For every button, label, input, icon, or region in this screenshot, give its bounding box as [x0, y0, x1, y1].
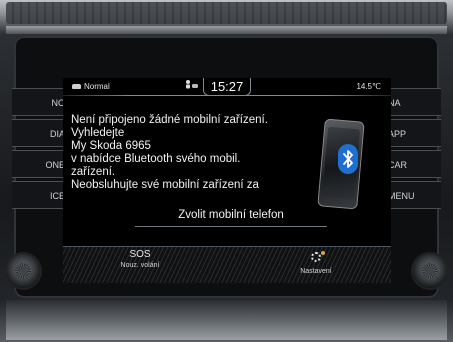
- settings-button[interactable]: Nastavení: [285, 249, 347, 277]
- notification-dot: [321, 251, 325, 255]
- right-button-4-label: MENU: [388, 191, 415, 201]
- status-bar: Normal 15:27 14.5℃: [63, 78, 391, 96]
- sos-button[interactable]: SOS Nouz. volání: [111, 249, 169, 271]
- air-vent: [6, 2, 447, 24]
- dashboard-trim: [6, 26, 447, 34]
- bluetooth-symbol-icon: [343, 150, 353, 168]
- sos-label: SOS: [129, 249, 151, 260]
- bottom-bar: SOS Nouz. volání Nastavení: [63, 246, 391, 283]
- person-car-icon: [186, 80, 198, 89]
- volume-knob[interactable]: [6, 254, 40, 288]
- message-line: v nabídce Bluetooth svého mobil.: [71, 153, 241, 165]
- settings-label: Nastavení: [300, 268, 332, 275]
- sos-sublabel: Nouz. volání: [120, 262, 160, 269]
- message-line: Neobsluhujte své mobilní zařízení za: [71, 179, 259, 191]
- gear-icon: [285, 249, 347, 267]
- bluetooth-icon: [338, 144, 358, 174]
- infotainment-screen: Normal 15:27 14.5℃ Není připojeno žádné …: [63, 78, 391, 283]
- drive-mode-label: Normal: [84, 82, 110, 91]
- car-icon: [72, 84, 81, 89]
- clock: 15:27: [203, 78, 251, 96]
- lower-dashboard: [6, 300, 447, 340]
- no-device-message: Není připojeno žádné mobilní zařízení. V…: [71, 114, 301, 192]
- message-line: Není připojeno žádné mobilní zařízení.: [71, 114, 268, 126]
- bottom-bar-divider: [63, 246, 391, 247]
- message-line: Vyhledejte: [71, 127, 125, 139]
- drive-mode: Normal: [72, 82, 110, 91]
- status-divider: [63, 95, 391, 96]
- outside-temperature: 14.5℃: [356, 82, 381, 91]
- tune-knob[interactable]: [413, 254, 447, 288]
- message-line: My Skoda 6965: [71, 140, 151, 152]
- connectivity-icon: [185, 80, 199, 92]
- message-line: zařízení.: [71, 166, 116, 178]
- select-phone-button[interactable]: Zvolit mobilní telefon: [135, 204, 327, 227]
- infotainment-photo: NO DIA ONE ICE NA APP CAR MENU Normal 15…: [0, 0, 453, 342]
